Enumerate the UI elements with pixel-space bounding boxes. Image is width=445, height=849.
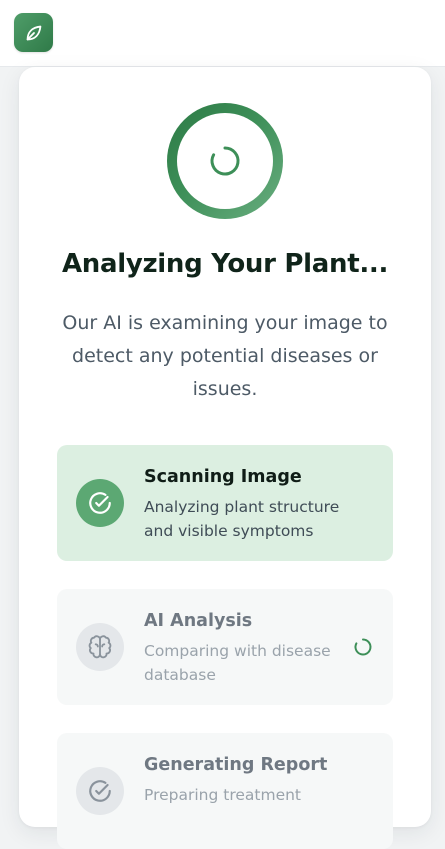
loading-spinner-icon xyxy=(354,638,372,656)
leaf-icon xyxy=(26,25,41,40)
app-logo-button[interactable] xyxy=(14,13,53,52)
top-bar xyxy=(0,0,445,67)
step-scanning-image: Scanning Image Analyzing plant structure… xyxy=(57,445,393,561)
step-icon-badge xyxy=(76,623,124,671)
analysis-card: Analyzing Your Plant... Our AI is examin… xyxy=(19,67,431,849)
step-icon-badge xyxy=(76,767,124,815)
step-ai-analysis: AI Analysis Comparing with disease datab… xyxy=(57,589,393,705)
progress-ring xyxy=(167,103,283,219)
check-circle-icon xyxy=(89,492,111,514)
brain-icon xyxy=(88,635,112,659)
step-icon-badge xyxy=(76,479,124,527)
step-title: AI Analysis xyxy=(144,611,253,631)
analysis-title: Analyzing Your Plant... xyxy=(61,249,389,279)
check-circle-icon xyxy=(89,780,111,802)
progress-ring-inner xyxy=(177,113,273,209)
step-description: Comparing with disease database xyxy=(144,642,331,684)
step-description: Preparing treatment xyxy=(144,786,302,804)
loading-spinner-icon xyxy=(210,146,240,176)
step-generating-report: Generating Report Preparing treatment xyxy=(57,733,393,849)
step-title: Scanning Image xyxy=(144,467,302,487)
analysis-subtitle: Our AI is examining your image to detect… xyxy=(62,312,388,400)
step-description: Analyzing plant structure and visible sy… xyxy=(144,498,340,540)
step-title: Generating Report xyxy=(144,755,328,775)
